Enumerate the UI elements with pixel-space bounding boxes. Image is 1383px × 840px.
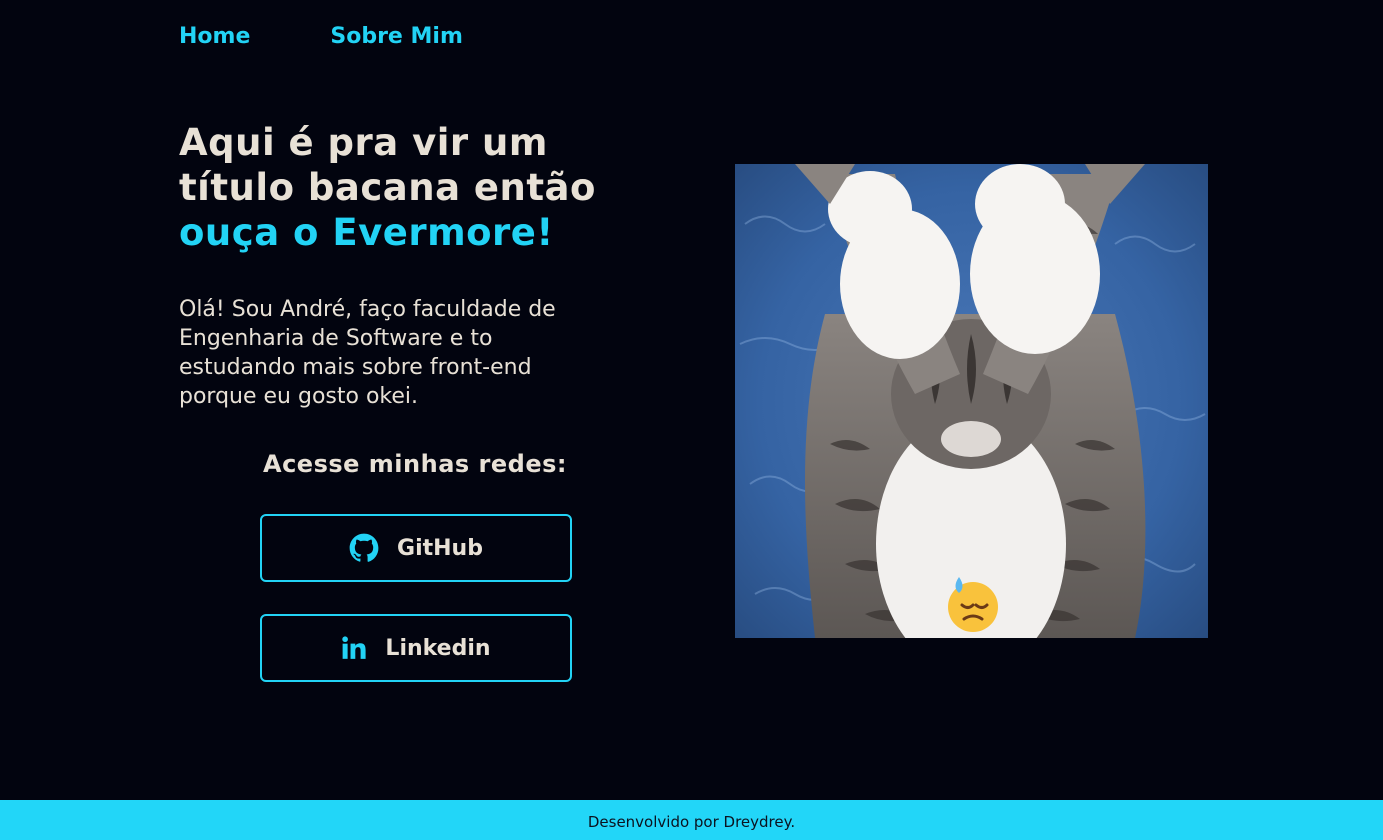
- hero-title: Aqui é pra vir um título bacana então ou…: [179, 120, 719, 255]
- nav-home-link[interactable]: Home: [179, 22, 250, 52]
- github-icon: [349, 533, 379, 563]
- social-heading: Acesse minhas redes:: [263, 450, 567, 478]
- top-nav: Home Sobre Mim: [179, 22, 543, 52]
- hero-title-line-2: título bacana então: [179, 166, 596, 209]
- hero-title-accent: ouça o Evermore!: [179, 211, 554, 254]
- linkedin-label: Linkedin: [385, 635, 491, 661]
- hero-title-line-1: Aqui é pra vir um: [179, 121, 548, 164]
- intro-paragraph: Olá! Sou André, faço faculdade de Engenh…: [179, 297, 556, 409]
- linkedin-button[interactable]: Linkedin: [260, 614, 572, 682]
- nav-about-link[interactable]: Sobre Mim: [330, 22, 463, 52]
- kitten-image: [735, 164, 1208, 638]
- github-label: GitHub: [397, 535, 483, 561]
- footer: Desenvolvido por Dreydrey.: [0, 800, 1383, 840]
- linkedin-icon: [341, 635, 367, 661]
- github-button[interactable]: GitHub: [260, 514, 572, 582]
- footer-credit: Desenvolvido por Dreydrey.: [587, 813, 796, 831]
